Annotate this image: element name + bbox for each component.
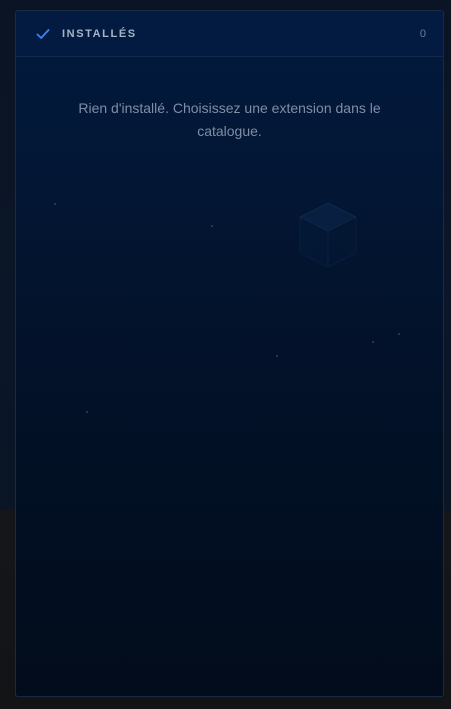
star-decoration bbox=[398, 333, 400, 335]
installed-panel: INSTALLÉS 0 Rien d'installé. Choisissez … bbox=[15, 10, 444, 697]
star-decoration bbox=[54, 203, 56, 205]
cube-decoration-icon bbox=[296, 199, 360, 271]
star-decoration bbox=[276, 355, 278, 357]
star-decoration bbox=[211, 225, 213, 227]
empty-state-message: Rien d'installé. Choisissez une extensio… bbox=[78, 100, 381, 139]
installed-panel-header[interactable]: INSTALLÉS 0 bbox=[16, 11, 443, 57]
installed-panel-title: INSTALLÉS bbox=[62, 28, 137, 40]
installed-count-badge: 0 bbox=[419, 28, 426, 40]
star-decoration bbox=[86, 411, 88, 413]
star-decoration bbox=[372, 341, 374, 343]
check-icon bbox=[35, 26, 51, 42]
